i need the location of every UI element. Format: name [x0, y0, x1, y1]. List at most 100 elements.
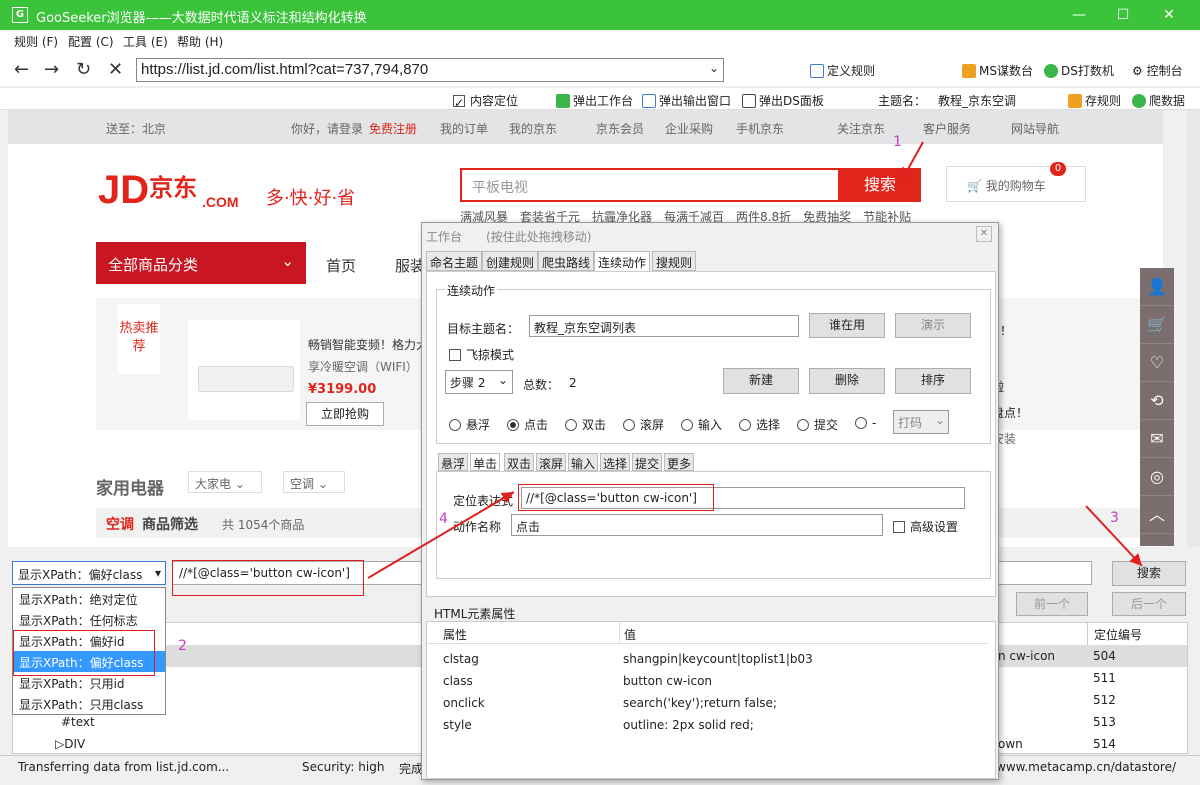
fly-mode-checkbox[interactable]: 飞掠模式 — [449, 346, 514, 363]
tab-search-rule[interactable]: 搜规则 — [652, 251, 697, 271]
buy-button[interactable]: 立即抢购 — [306, 402, 384, 426]
tab-crawl-route[interactable]: 爬虫路线 — [538, 251, 595, 271]
hello-login[interactable]: 你好，请登录 — [291, 120, 363, 137]
back-icon[interactable]: ← — [14, 59, 29, 80]
user-icon[interactable]: 👤 — [1140, 268, 1174, 306]
subtab-submit[interactable]: 提交 — [632, 453, 663, 471]
content-locate-checkbox[interactable]: ✓ 内容定位 — [453, 92, 518, 110]
pop-ds-button[interactable]: 弹出DS面板 — [742, 92, 824, 109]
subtab-dblclick[interactable]: 双击 — [504, 453, 535, 471]
follow-link[interactable]: 关注京东 — [837, 120, 885, 137]
radio-scroll[interactable]: 滚屏 — [623, 416, 664, 433]
orders-link[interactable]: 我的订单 — [440, 120, 488, 137]
tree-div-node[interactable]: ▷DIV — [55, 737, 85, 751]
myjd-link[interactable]: 我的京东 — [509, 120, 557, 137]
history-icon[interactable]: ⟲ — [1140, 382, 1174, 420]
radio-input[interactable]: 输入 — [681, 416, 722, 433]
new-button[interactable]: 新建 — [723, 368, 799, 394]
action-name-input[interactable]: 点击 — [511, 514, 883, 536]
save-rule-button[interactable]: 存规则 — [1068, 92, 1121, 109]
menu-tools[interactable]: 工具 (E) — [123, 33, 168, 50]
subtab-scroll[interactable]: 滚屏 — [536, 453, 567, 471]
xpath-mode-select[interactable]: 显示XPath：偏好class ▾ — [12, 561, 166, 585]
subtab-select[interactable]: 选择 — [600, 453, 631, 471]
option-absolute[interactable]: 显示XPath：绝对定位 — [13, 588, 165, 609]
heart-icon[interactable]: ♡ — [1140, 344, 1174, 382]
radio-click[interactable]: 点击 — [507, 416, 548, 433]
advanced-checkbox[interactable]: 高级设置 — [893, 518, 958, 535]
register-link[interactable]: 免费注册 — [369, 120, 417, 137]
console-button[interactable]: ⚙ 控制台 — [1132, 62, 1183, 79]
col-locate-header[interactable]: 定位编号 — [1087, 623, 1187, 645]
radio-hover[interactable]: 悬浮 — [449, 416, 490, 433]
continuous-action-group: 连续动作 目标主题名： 教程_京东空调列表 谁在用 演示 飞掠模式 步骤 2 ⌄ … — [436, 282, 991, 444]
window-title: GooSeeker浏览器——大数据时代语义标注和结构化转换 — [36, 11, 367, 26]
top-icon[interactable]: ︿ — [1140, 496, 1174, 534]
menu-rules[interactable]: 规则 (F) — [14, 33, 58, 50]
ship-to[interactable]: 送至：北京 — [106, 120, 166, 137]
delete-button[interactable]: 删除 — [809, 368, 885, 394]
close-icon[interactable]: ✕ — [976, 226, 992, 242]
tree-text-node[interactable]: #text — [61, 715, 95, 729]
minimize-button[interactable]: — — [1066, 4, 1092, 26]
dialog-titlebar[interactable]: 工作台 (按住此处拖拽移动) ✕ — [422, 223, 998, 247]
maximize-button[interactable]: ☐ — [1110, 4, 1136, 26]
radio-select[interactable]: 选择 — [739, 416, 780, 433]
subtab-hover[interactable]: 悬浮 — [438, 453, 469, 471]
product-image[interactable] — [188, 320, 300, 420]
pop-output-button[interactable]: 弹出输出窗口 — [642, 92, 731, 109]
tab-continuous-action[interactable]: 连续动作 — [594, 251, 651, 271]
service-link[interactable]: 客户服务 — [923, 120, 971, 137]
step-select[interactable]: 步骤 2 ⌄ — [445, 370, 513, 394]
ms-button[interactable]: MS谋数台 — [962, 62, 1033, 79]
tab-name-theme[interactable]: 命名主题 — [426, 251, 483, 271]
enterprise-link[interactable]: 企业采购 — [665, 120, 713, 137]
jd-logo[interactable]: JD京东 .COM — [98, 168, 239, 213]
target-theme-input[interactable]: 教程_京东空调列表 — [529, 315, 799, 337]
ds-button[interactable]: DS打数机 — [1044, 62, 1114, 79]
xpath-search-button[interactable]: 搜索 — [1112, 561, 1186, 586]
next-button[interactable]: 后一个 — [1112, 592, 1186, 616]
demo-button[interactable]: 演示 — [895, 313, 971, 338]
nav-home[interactable]: 首页 — [326, 255, 356, 276]
tab-create-rule[interactable]: 创建规则 — [482, 251, 539, 271]
option-class-only[interactable]: 显示XPath：只用class — [13, 693, 165, 714]
forward-icon[interactable]: → — [44, 59, 59, 80]
code-select[interactable]: 打码 ⌄ — [893, 410, 949, 434]
sort-button[interactable]: 排序 — [895, 368, 971, 394]
close-button[interactable]: ✕ — [1156, 4, 1182, 26]
page-scrollbar[interactable] — [1187, 110, 1200, 547]
mobile-link[interactable]: 手机京东 — [736, 120, 784, 137]
sitenav-link[interactable]: 网站导航 — [1011, 120, 1059, 137]
pop-workbench-button[interactable]: 弹出工作台 — [556, 92, 633, 109]
jd-search-button[interactable]: 搜索 — [839, 168, 921, 202]
crumb-aircon[interactable]: 空调 ⌄ — [283, 471, 345, 493]
radio-dash[interactable]: - — [855, 416, 876, 430]
cart-side-icon[interactable]: 🛒 — [1140, 306, 1174, 344]
jd-search-input[interactable]: 平板电视 — [460, 168, 840, 202]
prev-button[interactable]: 前一个 — [1016, 592, 1088, 616]
radio-dblclick[interactable]: 双击 — [565, 416, 606, 433]
subtab-more[interactable]: 更多 — [664, 453, 695, 471]
chevron-down-icon: ⌄ — [281, 252, 294, 270]
all-categories[interactable]: 全部商品分类 ⌄ — [96, 242, 306, 284]
option-any[interactable]: 显示XPath：任何标志 — [13, 609, 165, 630]
menu-help[interactable]: 帮助 (H) — [177, 33, 223, 50]
subtab-click[interactable]: 单击 — [470, 453, 501, 471]
radio-submit[interactable]: 提交 — [797, 416, 838, 433]
reload-icon[interactable]: ↻ — [76, 59, 91, 80]
crawl-button[interactable]: 爬数据 — [1132, 92, 1185, 109]
who-uses-button[interactable]: 谁在用 — [809, 313, 885, 338]
member-link[interactable]: 京东会员 — [596, 120, 644, 137]
url-input[interactable]: https://list.jd.com/list.html?cat=737,79… — [136, 58, 724, 82]
menu-config[interactable]: 配置 (C) — [68, 33, 114, 50]
message-icon[interactable]: ✉ — [1140, 420, 1174, 458]
gift-icon[interactable]: ◎ — [1140, 458, 1174, 496]
jd-right-sidebar: 👤 🛒 ♡ ⟲ ✉ ◎ ︿ ✎ — [1140, 268, 1174, 572]
subtab-input[interactable]: 输入 — [568, 453, 599, 471]
stop-icon[interactable]: ✕ — [108, 59, 123, 80]
chevron-down-icon[interactable]: ⌄ — [709, 61, 719, 75]
define-rule-button[interactable]: 定义规则 — [810, 62, 875, 79]
promo-line1[interactable]: 畅销智能变频！格力大 — [308, 336, 428, 353]
crumb-dajiadian[interactable]: 大家电 ⌄ — [188, 471, 262, 493]
